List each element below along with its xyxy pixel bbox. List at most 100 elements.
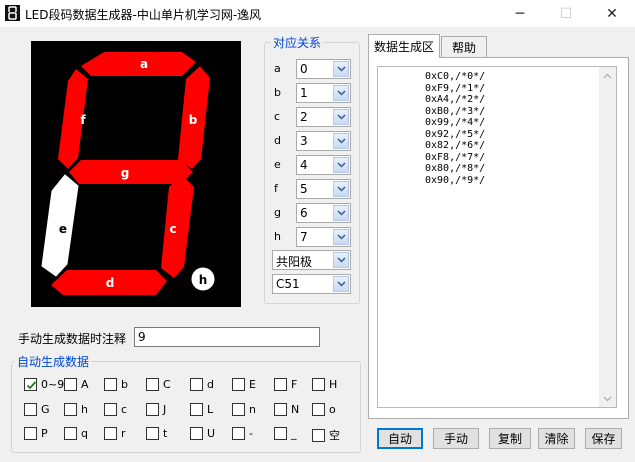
segment-g[interactable]: [69, 160, 193, 184]
auto-checkbox-item[interactable]: G: [24, 403, 50, 416]
auto-checkbox-item[interactable]: _: [274, 427, 297, 440]
auto-checkbox-item[interactable]: A: [64, 378, 89, 391]
checkbox-box[interactable]: [24, 427, 37, 440]
mapping-select-h[interactable]: 7: [296, 227, 351, 247]
manual-comment-input[interactable]: [135, 328, 319, 346]
output-textarea[interactable]: 0xC0,/*0*/ 0xF9,/*1*/ 0xA4,/*2*/ 0xB0,/*…: [377, 66, 617, 408]
auto-checkbox-item[interactable]: E: [232, 378, 256, 391]
checkbox-label: b: [121, 378, 128, 391]
mapping-select-b[interactable]: 1: [296, 83, 351, 103]
polarity-select[interactable]: 共阳极: [272, 250, 351, 270]
auto-checkbox-item[interactable]: 0~9: [24, 378, 64, 391]
auto-checkbox-item[interactable]: n: [232, 403, 256, 416]
chevron-down-icon[interactable]: [333, 85, 349, 101]
mapping-select-a[interactable]: 0: [296, 59, 351, 79]
auto-checkbox-item[interactable]: o: [312, 403, 336, 416]
auto-checkbox-item[interactable]: -: [232, 427, 253, 440]
chevron-down-icon[interactable]: [333, 181, 349, 197]
chevron-down-icon[interactable]: [333, 205, 349, 221]
checkbox-box[interactable]: [104, 378, 117, 391]
checkbox-label: H: [329, 378, 338, 391]
segment-label-g: g: [121, 166, 130, 180]
auto-checkbox-item[interactable]: r: [104, 427, 126, 440]
clear-button[interactable]: 清除: [538, 428, 575, 449]
checkbox-box[interactable]: [104, 403, 117, 416]
auto-checkbox-item[interactable]: J: [146, 403, 166, 416]
checkbox-label: q: [81, 427, 88, 440]
checkbox-box[interactable]: [312, 428, 325, 442]
auto-checkbox-item[interactable]: t: [146, 427, 167, 440]
mapping-select-value: 5: [300, 182, 308, 196]
language-select[interactable]: C51: [272, 274, 351, 294]
auto-checkbox-item[interactable]: d: [190, 378, 214, 391]
mapping-select-d[interactable]: 3: [296, 131, 351, 151]
tab-help[interactable]: 帮助: [441, 36, 487, 58]
close-button[interactable]: ✕: [589, 0, 635, 28]
minimize-button[interactable]: ─: [497, 0, 543, 28]
segment-c[interactable]: [161, 175, 194, 278]
maximize-button: ☐: [543, 0, 589, 28]
auto-checkbox-item[interactable]: P: [24, 427, 48, 440]
checkbox-box[interactable]: [104, 427, 117, 440]
chevron-down-icon[interactable]: [333, 157, 349, 173]
auto-checkbox-item[interactable]: h: [64, 403, 88, 416]
auto-checkbox-item[interactable]: C: [146, 378, 171, 391]
checkbox-box[interactable]: [146, 378, 159, 391]
scroll-down-icon[interactable]: [599, 390, 616, 407]
mapping-select-f[interactable]: 5: [296, 179, 351, 199]
manual-button[interactable]: 手动: [433, 428, 479, 449]
save-button[interactable]: 保存: [585, 428, 622, 449]
checkbox-label: L: [207, 403, 214, 416]
auto-checkbox-item[interactable]: b: [104, 378, 128, 391]
chevron-down-icon[interactable]: [333, 133, 349, 149]
scroll-up-icon[interactable]: [599, 67, 616, 84]
checkbox-box[interactable]: [232, 403, 245, 416]
chevron-down-icon[interactable]: [333, 229, 349, 245]
auto-checkbox-item[interactable]: U: [190, 427, 215, 440]
mapping-select-e[interactable]: 4: [296, 155, 351, 175]
checkbox-box[interactable]: [24, 403, 37, 416]
chevron-down-icon[interactable]: [333, 61, 349, 77]
checkbox-box[interactable]: [274, 403, 287, 416]
checkbox-label: G: [41, 403, 50, 416]
auto-checkbox-item[interactable]: q: [64, 427, 88, 440]
auto-checkbox-item[interactable]: c: [104, 403, 127, 416]
checkbox-box[interactable]: [274, 378, 287, 391]
checkbox-label: 空: [329, 429, 340, 442]
checkbox-box[interactable]: [24, 378, 37, 391]
segment-a[interactable]: [81, 52, 196, 76]
mapping-label-d: d: [274, 134, 281, 147]
checkbox-box[interactable]: [232, 427, 245, 440]
auto-button[interactable]: 自动: [377, 428, 423, 449]
checkbox-box[interactable]: [312, 403, 325, 416]
checkbox-box[interactable]: [64, 378, 77, 391]
checkbox-box[interactable]: [190, 378, 203, 391]
copy-button[interactable]: 复制: [489, 428, 531, 449]
mapping-select-c[interactable]: 2: [296, 107, 351, 127]
checkbox-box[interactable]: [64, 427, 77, 440]
chevron-down-icon[interactable]: [333, 276, 349, 292]
vertical-scrollbar[interactable]: [599, 67, 616, 407]
checkbox-label: U: [207, 427, 216, 440]
auto-checkbox-item[interactable]: L: [190, 403, 213, 416]
chevron-down-icon[interactable]: [333, 109, 349, 125]
maximize-icon: ☐: [559, 6, 573, 22]
checkbox-box[interactable]: [64, 403, 77, 416]
auto-checkbox-item[interactable]: N: [274, 403, 299, 416]
auto-checkbox-item[interactable]: H: [312, 378, 337, 391]
checkbox-box[interactable]: [190, 403, 203, 416]
chevron-down-icon[interactable]: [333, 252, 349, 268]
checkbox-box[interactable]: [146, 427, 159, 440]
mapping-select-g[interactable]: 6: [296, 203, 351, 223]
auto-checkbox-item[interactable]: 空: [312, 427, 340, 443]
checkbox-box[interactable]: [232, 378, 245, 391]
checkbox-label: c: [121, 403, 128, 416]
tab-data-generation[interactable]: 数据生成区: [368, 34, 440, 58]
checkbox-box[interactable]: [190, 427, 203, 440]
checkbox-box[interactable]: [146, 403, 159, 416]
checkbox-box[interactable]: [312, 378, 325, 391]
checkbox-box[interactable]: [274, 427, 287, 440]
auto-checkbox-item[interactable]: F: [274, 378, 297, 391]
checkbox-label: o: [329, 403, 336, 416]
manual-comment-field[interactable]: [134, 327, 320, 347]
